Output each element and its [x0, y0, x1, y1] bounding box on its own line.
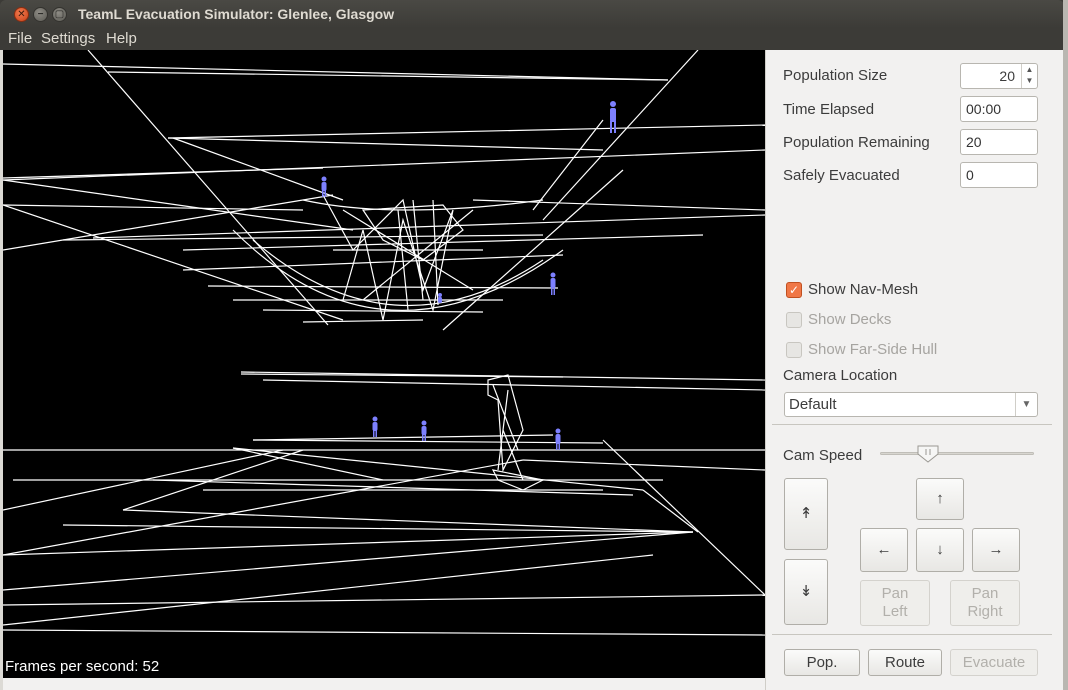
arrow-down-icon: ↓: [936, 541, 944, 558]
close-glyph: ✕: [17, 8, 26, 20]
pop-button[interactable]: Pop.: [784, 649, 860, 676]
population-remaining-field: 20: [960, 129, 1038, 155]
divider: [772, 424, 1052, 425]
show-far-side-hull-label: Show Far-Side Hull: [808, 341, 938, 358]
camera-location-value: Default: [789, 396, 837, 413]
fps-counter: Frames per second: 52: [5, 658, 160, 675]
population-remaining-label: Population Remaining: [783, 134, 930, 151]
chevron-down-icon[interactable]: ▼: [1015, 393, 1037, 416]
show-nav-mesh-label[interactable]: Show Nav-Mesh: [808, 281, 918, 298]
simulation-viewport[interactable]: Frames per second: 52: [3, 50, 765, 678]
arrow-up-icon: ↑: [936, 490, 944, 507]
cam-speed-slider-thumb[interactable]: [916, 444, 940, 464]
camera-up-button[interactable]: ↑: [916, 478, 964, 520]
camera-right-button[interactable]: →: [972, 528, 1020, 572]
cam-speed-slider[interactable]: [880, 452, 1034, 455]
camera-location-label: Camera Location: [783, 367, 898, 384]
maximize-glyph: ▢: [54, 8, 65, 20]
safely-evacuated-label: Safely Evacuated: [783, 167, 900, 184]
time-elapsed-field: 00:00: [960, 96, 1038, 122]
population-size-label: Population Size: [783, 67, 888, 84]
show-decks-label: Show Decks: [808, 311, 892, 328]
population-size-value: 20: [999, 68, 1015, 84]
menu-settings[interactable]: Settings: [41, 30, 95, 47]
minimize-glyph: −: [37, 8, 44, 20]
window-border-right: [1063, 0, 1068, 690]
evacuate-button[interactable]: Evacuate: [950, 649, 1038, 676]
menu-bar: File Settings Help: [0, 28, 1068, 50]
pan-right-label-2: Right: [967, 603, 1003, 620]
camera-descend-button[interactable]: ↡: [784, 559, 828, 625]
close-icon[interactable]: ✕: [14, 7, 29, 22]
safely-evacuated-field: 0: [960, 162, 1038, 188]
maximize-icon[interactable]: ▢: [52, 7, 67, 22]
arrow-left-icon: ←: [876, 541, 892, 558]
window-title: TeamL Evacuation Simulator: Glenlee, Gla…: [78, 6, 395, 22]
camera-down-button[interactable]: ↓: [916, 528, 964, 572]
control-panel: Population Size 20 ▲ ▼ Time Elapsed 00:00…: [765, 50, 1063, 690]
cam-speed-label: Cam Speed: [783, 447, 863, 464]
spinner-arrows-icon[interactable]: ▲ ▼: [1021, 64, 1037, 88]
pan-left-label-1: Pan: [881, 585, 909, 602]
show-far-side-hull-checkbox[interactable]: [786, 342, 802, 358]
evacuee-agents: [321, 101, 616, 450]
pan-right-button[interactable]: Pan Right: [950, 580, 1020, 626]
camera-location-select[interactable]: Default ▼: [784, 392, 1038, 417]
pan-left-label-2: Left: [882, 603, 908, 620]
menu-help[interactable]: Help: [106, 30, 137, 47]
arrow-right-icon: →: [988, 541, 1004, 558]
divider: [772, 634, 1052, 635]
title-bar: ✕ − ▢ TeamL Evacuation Simulator: Glenle…: [0, 0, 1064, 28]
menu-file[interactable]: File: [8, 30, 32, 47]
route-button[interactable]: Route: [868, 649, 942, 676]
nav-mesh-wireframe: [3, 50, 765, 636]
time-elapsed-label: Time Elapsed: [783, 101, 875, 118]
ascend-icon: ↟: [799, 505, 813, 522]
show-nav-mesh-checkbox[interactable]: ✓: [786, 282, 802, 298]
camera-left-button[interactable]: ←: [860, 528, 908, 572]
descend-icon: ↡: [799, 583, 813, 600]
camera-ascend-button[interactable]: ↟: [784, 478, 828, 550]
minimize-icon[interactable]: −: [33, 7, 48, 22]
pan-left-button[interactable]: Pan Left: [860, 580, 930, 626]
viewport-bottom-strip: [3, 678, 765, 690]
pan-right-label-1: Pan: [971, 585, 999, 602]
population-size-spinner[interactable]: 20 ▲ ▼: [960, 63, 1038, 89]
show-decks-checkbox[interactable]: [786, 312, 802, 328]
